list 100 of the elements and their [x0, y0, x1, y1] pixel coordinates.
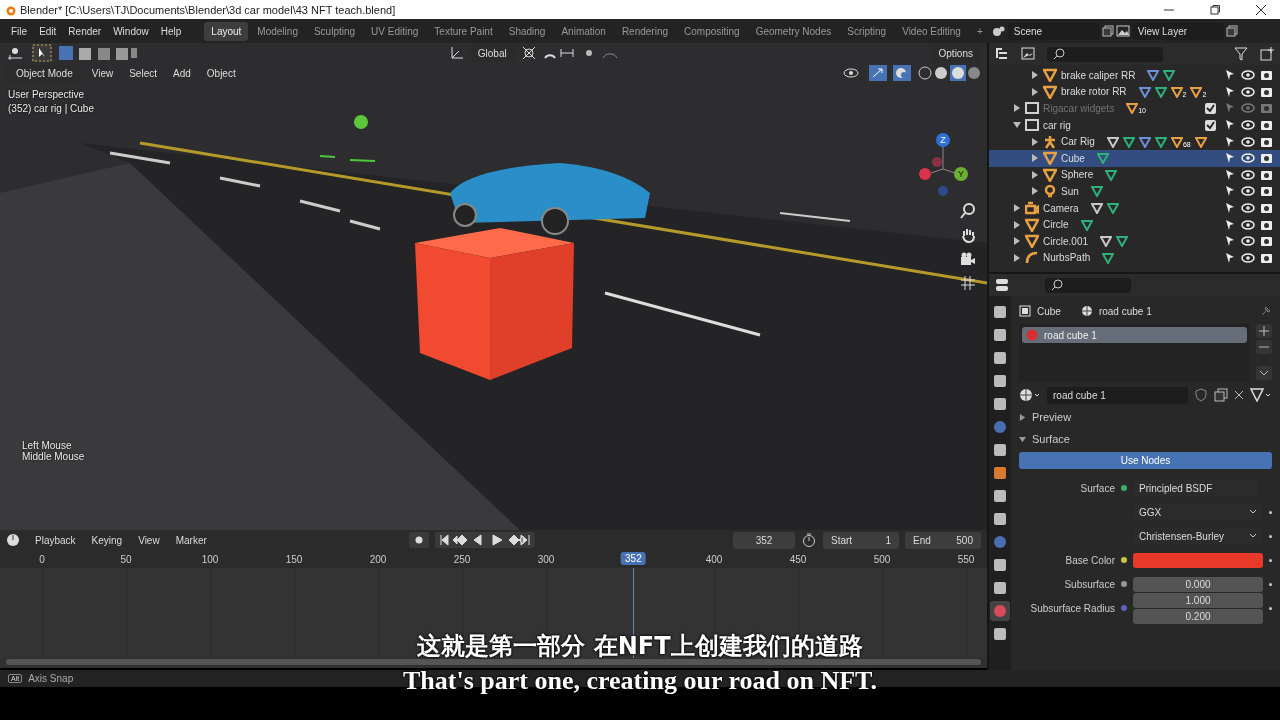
sphere-drawing[interactable]: [354, 115, 368, 129]
workspace-tab[interactable]: Layout: [204, 21, 249, 41]
snap-magnet-icon[interactable]: [542, 46, 577, 60]
timeline-menu-item[interactable]: Marker: [170, 534, 212, 546]
viewport-menu-item[interactable]: Add: [168, 67, 196, 79]
workspace-tab[interactable]: Geometry Nodes: [748, 21, 839, 41]
current-frame-marker[interactable]: 352: [621, 552, 646, 565]
workspace-tab[interactable]: Compositing: [677, 21, 747, 41]
workspace-tab[interactable]: Texture Paint: [427, 21, 500, 41]
workspace-tab[interactable]: Modeling: [250, 21, 305, 41]
restriction-toggles-icon[interactable]: [1224, 202, 1274, 215]
workspace-tab[interactable]: Scripting: [840, 21, 894, 41]
panel-header[interactable]: Surface: [1019, 430, 1272, 448]
restriction-toggles-icon[interactable]: [1224, 235, 1274, 248]
start-frame-field[interactable]: Start 1: [823, 531, 899, 549]
number-field[interactable]: 0.200: [1133, 608, 1263, 624]
stopwatch-icon[interactable]: [801, 532, 817, 548]
copy-icon[interactable]: [1225, 25, 1238, 37]
record-icon[interactable]: [409, 532, 430, 548]
end-frame-field[interactable]: End 500: [905, 531, 981, 549]
color-swatch[interactable]: [1133, 552, 1263, 568]
select-tool-icon[interactable]: [32, 44, 52, 62]
outliner-row[interactable]: Camera: [989, 199, 1280, 217]
workspace-tab[interactable]: Sculpting: [306, 21, 363, 41]
restriction-toggles-icon[interactable]: [1224, 85, 1274, 98]
restriction-toggles-icon[interactable]: [1224, 168, 1274, 181]
add-workspace-button[interactable]: +: [969, 21, 990, 41]
timeline-menu-item[interactable]: Keying: [86, 534, 128, 546]
menu-item[interactable]: File: [6, 25, 33, 37]
outliner-row[interactable]: Circle: [989, 216, 1280, 233]
camera-icon[interactable]: [960, 251, 976, 267]
remove-slot-button[interactable]: [1256, 340, 1272, 354]
workspace-tab[interactable]: Rendering: [614, 21, 676, 41]
orientation-icon[interactable]: [449, 46, 464, 60]
outliner-row[interactable]: Circle.001: [989, 232, 1280, 250]
outliner-row[interactable]: NurbsPath: [989, 249, 1280, 267]
search-field[interactable]: [1045, 277, 1131, 293]
view-layer-field[interactable]: View Layer: [1131, 22, 1224, 40]
car-drawing[interactable]: [450, 163, 650, 235]
menu-item[interactable]: Window: [108, 25, 154, 37]
shading-modes-icon[interactable]: [917, 65, 981, 81]
outliner-row[interactable]: Cube: [989, 149, 1280, 167]
pivot-icon[interactable]: [520, 46, 537, 60]
restriction-toggles-icon[interactable]: [1224, 251, 1274, 264]
number-field[interactable]: 1.000: [1133, 592, 1263, 608]
expand-arrow-icon[interactable]: [1013, 253, 1021, 262]
expand-arrow-icon[interactable]: [1013, 220, 1021, 229]
outliner-row[interactable]: car rig: [989, 116, 1280, 134]
grid-icon[interactable]: [960, 275, 976, 291]
workspace-tab[interactable]: UV Editing: [364, 21, 426, 41]
restriction-toggles-icon[interactable]: [1224, 218, 1274, 231]
expand-arrow-icon[interactable]: [1031, 87, 1039, 96]
close-icon[interactable]: [1234, 390, 1244, 400]
current-frame-field[interactable]: 352: [733, 531, 795, 549]
menu-item[interactable]: Render: [63, 25, 107, 37]
restriction-toggles-icon[interactable]: [1224, 135, 1274, 148]
expand-arrow-icon[interactable]: [1013, 204, 1021, 213]
zoom-icon[interactable]: [960, 203, 976, 219]
viewport-menu-item[interactable]: Select: [124, 67, 162, 79]
menu-item[interactable]: Edit: [34, 25, 62, 37]
pin-icon[interactable]: [1260, 305, 1272, 317]
selection-modes-icon[interactable]: [58, 45, 138, 61]
scene-field[interactable]: Scene: [1007, 22, 1100, 40]
viewport-menu-item[interactable]: Object: [201, 67, 241, 79]
material-browse-icon[interactable]: [1019, 388, 1041, 402]
material-name-field[interactable]: road cube 1: [1047, 386, 1188, 404]
maximize-icon[interactable]: [1210, 4, 1220, 15]
number-field[interactable]: 0.000: [1133, 576, 1263, 592]
expand-arrow-icon[interactable]: [1031, 187, 1039, 196]
copy-icon[interactable]: [1214, 388, 1228, 402]
menu-item[interactable]: Help: [155, 25, 187, 37]
restriction-toggles-icon[interactable]: [1224, 152, 1274, 165]
outliner-row[interactable]: Sphere: [989, 166, 1280, 184]
expand-arrow-icon[interactable]: [1031, 170, 1039, 179]
material-slot[interactable]: road cube 1: [1022, 327, 1247, 343]
use-nodes-button[interactable]: Use Nodes: [1019, 452, 1272, 469]
add-slot-button[interactable]: [1256, 324, 1272, 338]
search-field[interactable]: [1047, 46, 1163, 62]
expand-arrow-icon[interactable]: [1031, 137, 1039, 146]
shader-type-icon[interactable]: [1250, 388, 1272, 402]
scrollbar[interactable]: [6, 659, 981, 665]
image-icon[interactable]: [1115, 25, 1130, 37]
close-icon[interactable]: [1256, 4, 1266, 15]
playback-controls-icon[interactable]: [435, 532, 536, 548]
fake-user-icon[interactable]: [1194, 388, 1208, 402]
expand-arrow-icon[interactable]: [1013, 121, 1021, 130]
gizmo-toggle-icon[interactable]: [869, 65, 887, 81]
workspace-tab[interactable]: Shading: [501, 21, 553, 41]
workspace-tab[interactable]: Animation: [554, 21, 613, 41]
viewport-menu-item[interactable]: View: [86, 67, 119, 79]
expand-arrow-icon[interactable]: [1031, 154, 1039, 163]
outliner-row[interactable]: brake caliper RR: [989, 67, 1280, 84]
timeline-menu-item[interactable]: View: [133, 534, 165, 546]
restriction-toggles-icon[interactable]: [1224, 185, 1274, 198]
copy-icon[interactable]: [1101, 25, 1114, 37]
checkbox[interactable]: [1205, 119, 1216, 131]
slot-menu-button[interactable]: [1256, 366, 1272, 380]
axis-gizmo-drawing[interactable]: Z Y: [915, 131, 971, 199]
workspace-tab[interactable]: Video Editing: [895, 21, 968, 41]
new-collection-icon[interactable]: [1260, 47, 1274, 61]
